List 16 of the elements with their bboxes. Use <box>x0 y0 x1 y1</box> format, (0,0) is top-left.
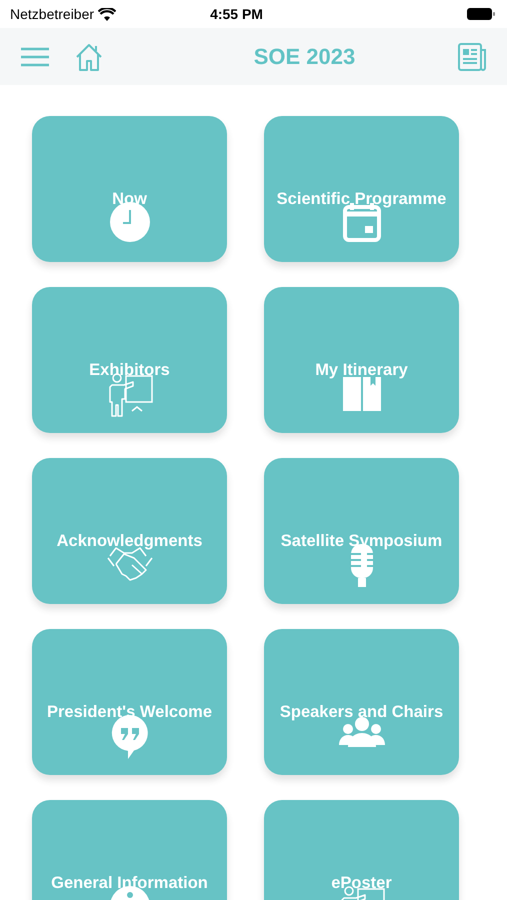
menu-tile[interactable]: General Information <box>32 800 227 900</box>
carrier-name: Netzbetreiber <box>10 4 94 24</box>
newspaper-icon[interactable] <box>456 42 487 72</box>
menu-tile[interactable]: ePoster <box>264 800 459 900</box>
menu-tile[interactable]: Exhibitors <box>32 287 227 433</box>
battery-icon <box>467 8 495 20</box>
app-title: SOE 2023 <box>254 43 356 71</box>
menu-tile[interactable]: My Itinerary <box>264 287 459 433</box>
menu-tile[interactable]: Acknowledgments <box>32 458 227 604</box>
wifi-icon <box>98 8 116 20</box>
menu-tile[interactable]: Speakers and Chairs <box>264 629 459 775</box>
home-icon[interactable] <box>74 42 104 72</box>
menu-tile[interactable]: President's Welcome <box>32 629 227 775</box>
menu-icon[interactable] <box>20 46 50 66</box>
menu-tile[interactable]: Scientific Programme <box>264 116 459 262</box>
clock-time: 4:55 PM <box>210 4 263 24</box>
